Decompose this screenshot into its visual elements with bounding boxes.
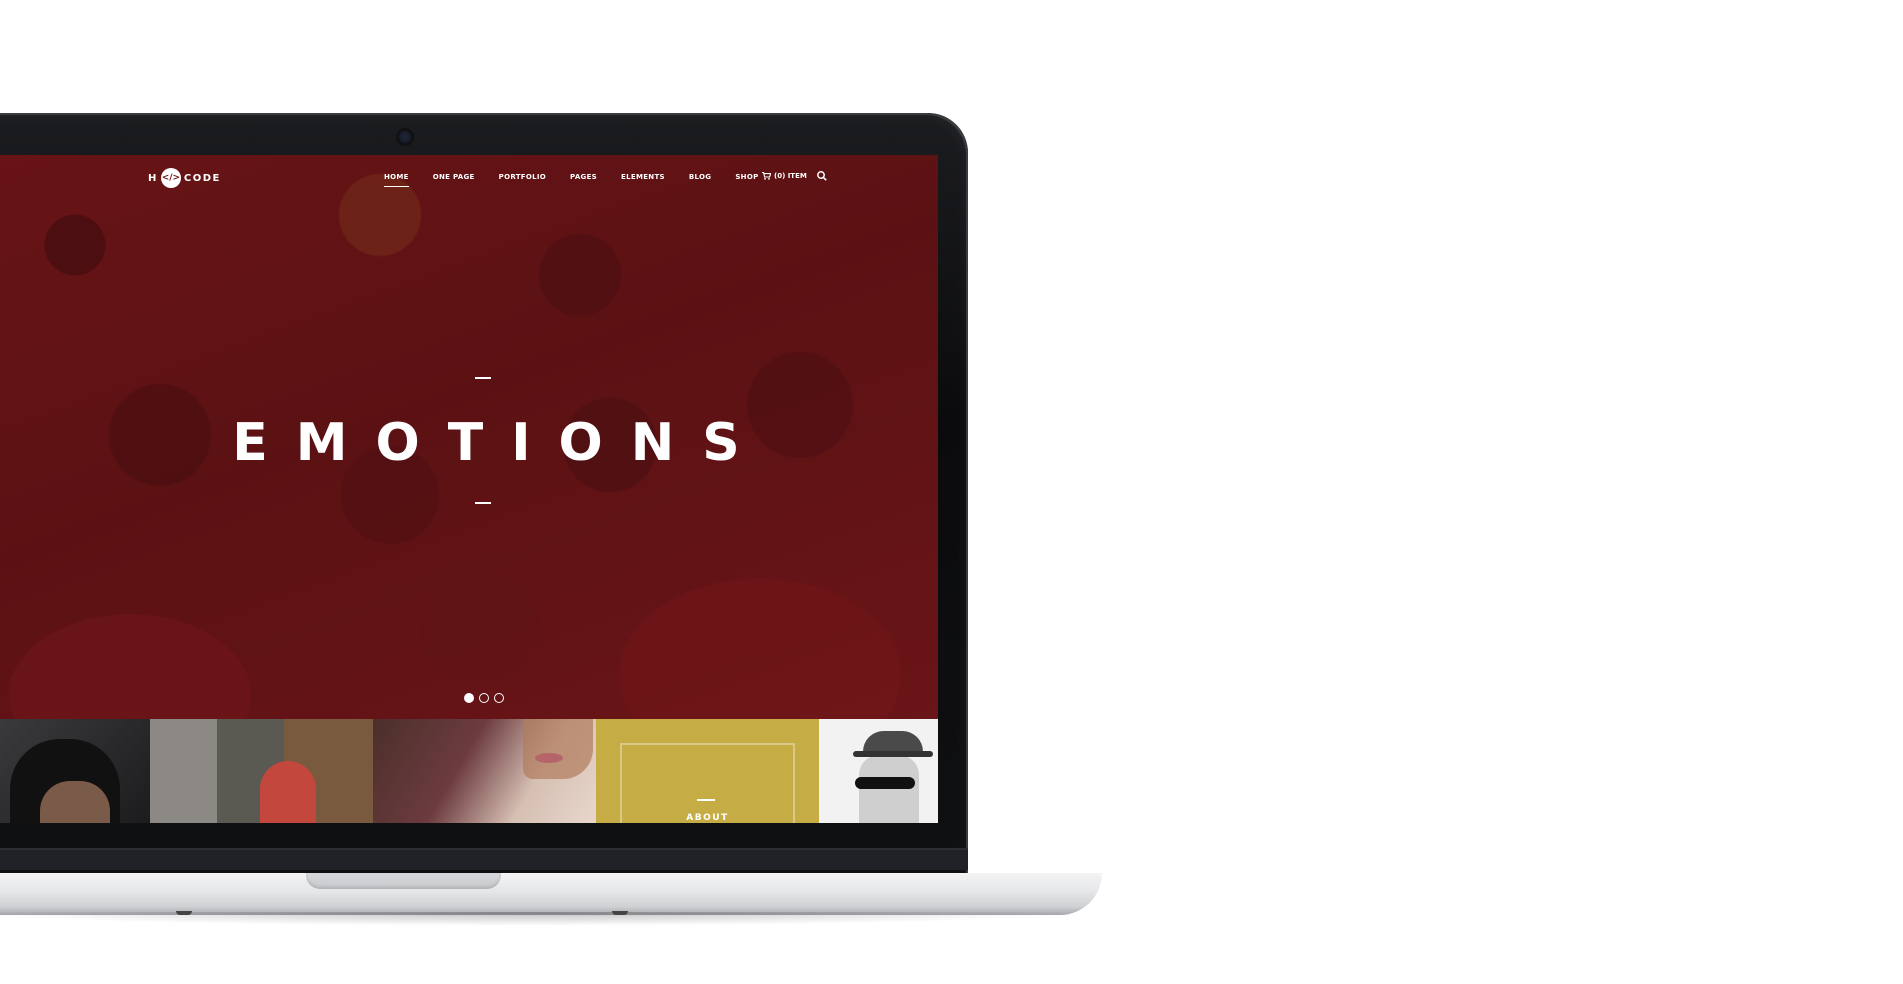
portfolio-tile-coats[interactable] <box>150 719 373 823</box>
slider-pagination <box>464 693 504 703</box>
lips-image <box>535 753 563 763</box>
menu-item-one-page[interactable]: ONE PAGE <box>433 173 475 181</box>
laptop-opening-notch <box>306 873 501 889</box>
about-frame <box>620 743 795 823</box>
menu-item-blog[interactable]: BLOG <box>689 173 711 181</box>
laptop-foot-right <box>612 911 628 915</box>
slider-dot-3[interactable] <box>494 693 504 703</box>
hair-image <box>523 719 593 779</box>
slider-dot-1[interactable] <box>464 693 474 703</box>
portfolio-tile-woman[interactable] <box>373 719 596 823</box>
hat-brim <box>853 751 933 757</box>
logo-left-text: H <box>148 172 158 184</box>
title-top-dash <box>475 377 491 379</box>
menu-item-pages[interactable]: PAGES <box>570 173 597 181</box>
laptop-base <box>0 873 1102 915</box>
code-icon: </> <box>160 168 181 188</box>
laptop-shadow <box>0 912 1090 926</box>
menu-item-home[interactable]: HOME <box>384 173 409 187</box>
site-logo[interactable]: H </> CODE <box>148 168 221 188</box>
page: H </> CODE HOME ONE PAGE PORTFOLIO PAGES… <box>0 0 1903 984</box>
sunglasses-image <box>855 777 915 789</box>
red-hood-image <box>260 761 316 823</box>
navbar: H </> CODE HOME ONE PAGE PORTFOLIO PAGES… <box>0 155 938 203</box>
search-icon[interactable] <box>816 170 828 182</box>
about-tile[interactable]: ABOUT <box>596 719 819 823</box>
cart-icon <box>762 172 771 180</box>
laptop-chin <box>0 848 968 870</box>
portfolio-tile-beanie[interactable] <box>0 719 150 823</box>
hero-title: EMOTIONS <box>232 413 768 473</box>
slider-dot-2[interactable] <box>479 693 489 703</box>
laptop-foot-left <box>176 911 192 915</box>
menu-item-elements[interactable]: ELEMENTS <box>621 173 665 181</box>
menu-item-portfolio[interactable]: PORTFOLIO <box>499 173 546 181</box>
hero-slide: H </> CODE HOME ONE PAGE PORTFOLIO PAGES… <box>0 155 938 719</box>
portfolio-tiles: ABOUT <box>0 719 938 823</box>
cart-label: (0) ITEM <box>774 172 807 180</box>
about-label: ABOUT <box>686 813 729 823</box>
portfolio-tile-hat[interactable] <box>819 719 938 823</box>
laptop-camera <box>398 130 412 144</box>
main-menu: HOME ONE PAGE PORTFOLIO PAGES ELEMENTS B… <box>384 173 783 187</box>
laptop-screen: H </> CODE HOME ONE PAGE PORTFOLIO PAGES… <box>0 155 938 823</box>
face-image <box>40 781 110 823</box>
cart-button[interactable]: (0) ITEM <box>762 172 807 180</box>
man-head-image <box>859 755 919 823</box>
menu-item-shop[interactable]: SHOP <box>735 173 758 181</box>
about-dash <box>697 799 715 801</box>
logo-right-text: CODE <box>183 172 221 184</box>
title-bottom-dash <box>475 502 491 504</box>
